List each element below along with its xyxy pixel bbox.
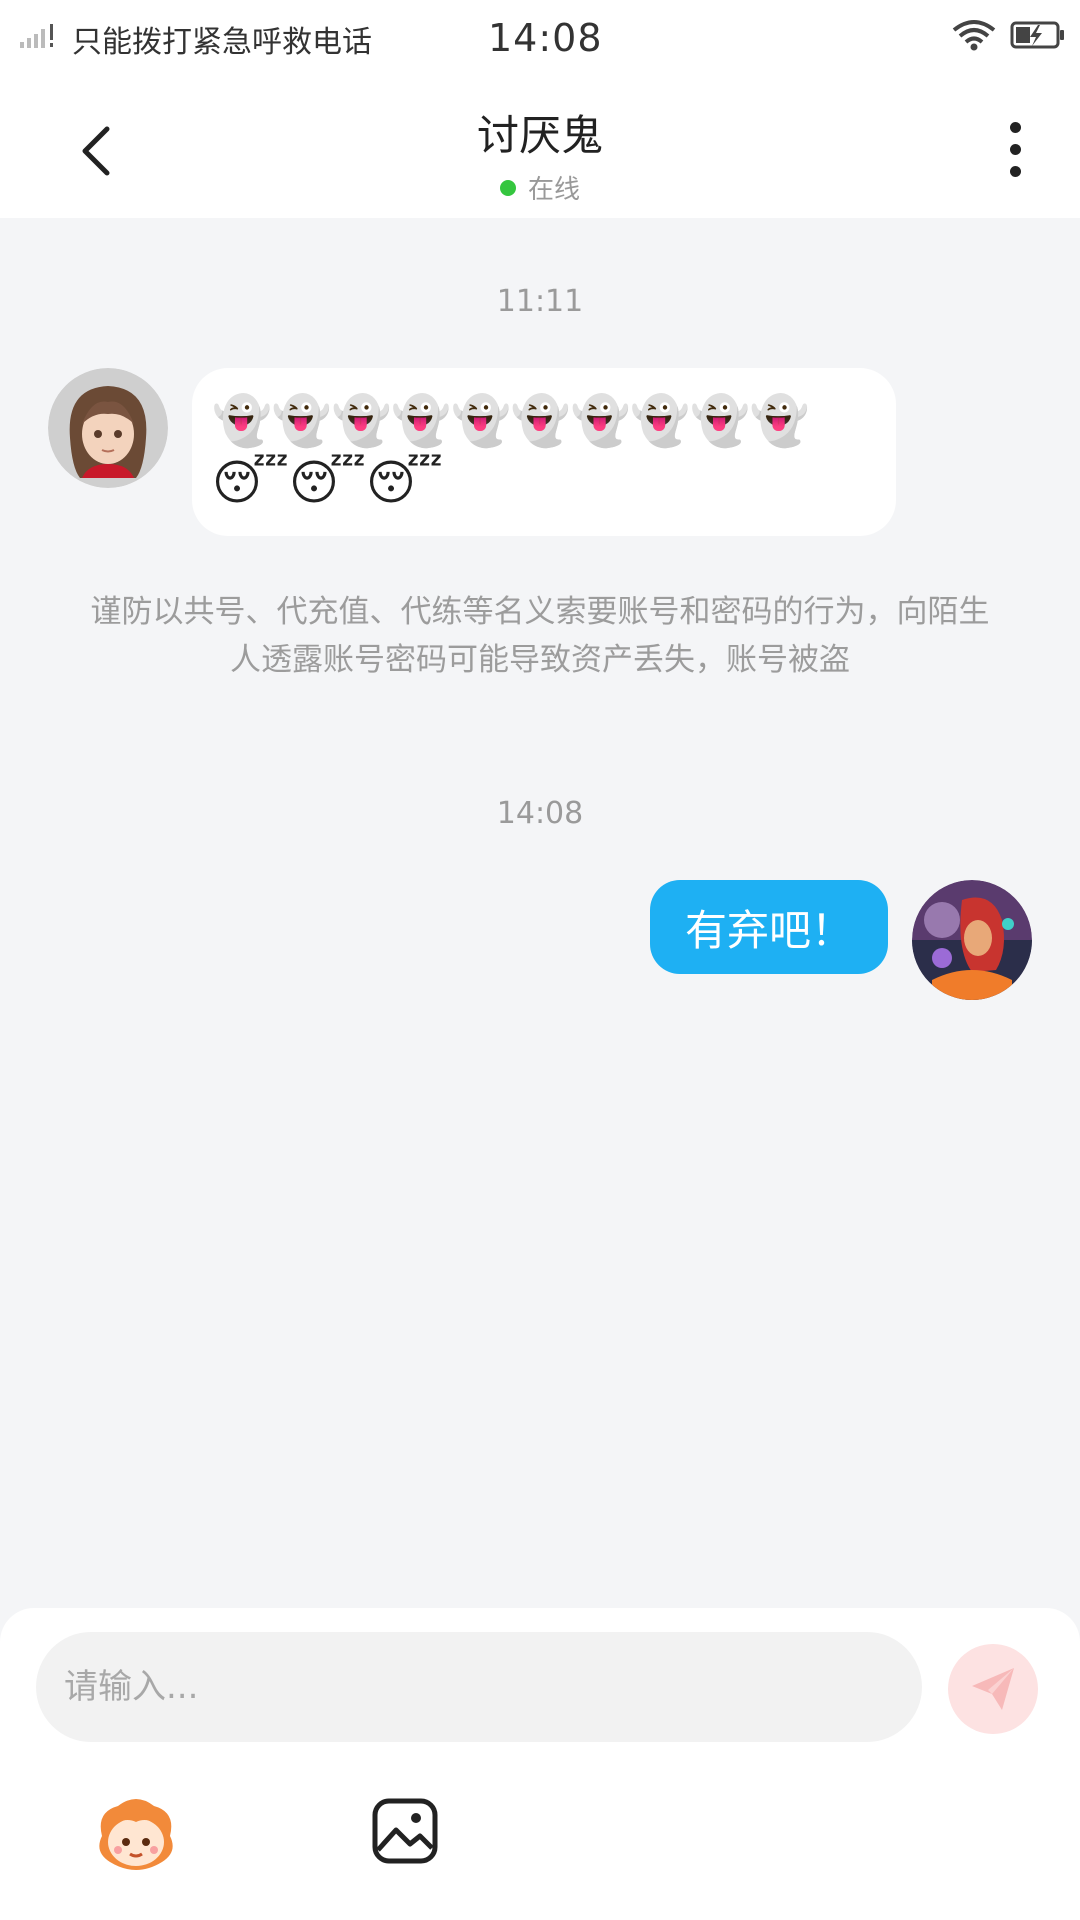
more-dot	[1009, 143, 1021, 155]
sent-message-bubble[interactable]: 有弃吧！	[650, 880, 888, 974]
chat-title: 讨厌鬼	[476, 111, 603, 160]
status-right	[952, 18, 1066, 56]
input-panel	[0, 1608, 1080, 1920]
more-dot	[1009, 165, 1021, 177]
online-status-text: 在线	[527, 175, 580, 205]
carrier-text: 只能拨打紧急呼救电话	[72, 25, 372, 60]
online-status: 在线	[0, 169, 1080, 206]
message-input[interactable]	[36, 1632, 922, 1742]
contact-avatar-image	[48, 368, 168, 488]
message-time-label: 14:08	[496, 796, 584, 831]
more-dot	[1009, 121, 1021, 133]
received-message-bubble[interactable]: 👻👻👻👻👻👻👻👻👻👻😴😴😴	[192, 368, 896, 536]
contact-avatar[interactable]	[48, 368, 168, 488]
security-notice: 谨防以共号、代充值、代练等名义索要账号和密码的行为，向陌生人透露账号密码可能导致…	[90, 594, 990, 678]
image-button[interactable]	[370, 1796, 440, 1866]
send-icon	[972, 1668, 1014, 1710]
status-left: 只能拨打紧急呼救电话	[18, 18, 372, 60]
my-avatar[interactable]	[912, 880, 1032, 1000]
status-time: 14:08	[488, 16, 603, 60]
wifi-icon	[952, 18, 996, 56]
status-bar: 只能拨打紧急呼救电话 14:08	[0, 0, 1080, 78]
my-avatar-image	[912, 880, 1032, 1000]
battery-icon	[1010, 20, 1066, 54]
image-icon	[372, 1798, 438, 1864]
signal-icon	[18, 20, 60, 58]
emoji-mascot-icon	[99, 1799, 173, 1870]
chat-header: 讨厌鬼 在线	[0, 78, 1080, 218]
more-options-button[interactable]	[990, 114, 1040, 184]
title-wrap: 讨厌鬼 在线	[0, 102, 1080, 206]
emoji-button[interactable]	[92, 1792, 180, 1880]
send-button[interactable]	[948, 1644, 1038, 1734]
message-time-label: 11:11	[496, 284, 584, 319]
online-dot-icon	[499, 179, 516, 196]
